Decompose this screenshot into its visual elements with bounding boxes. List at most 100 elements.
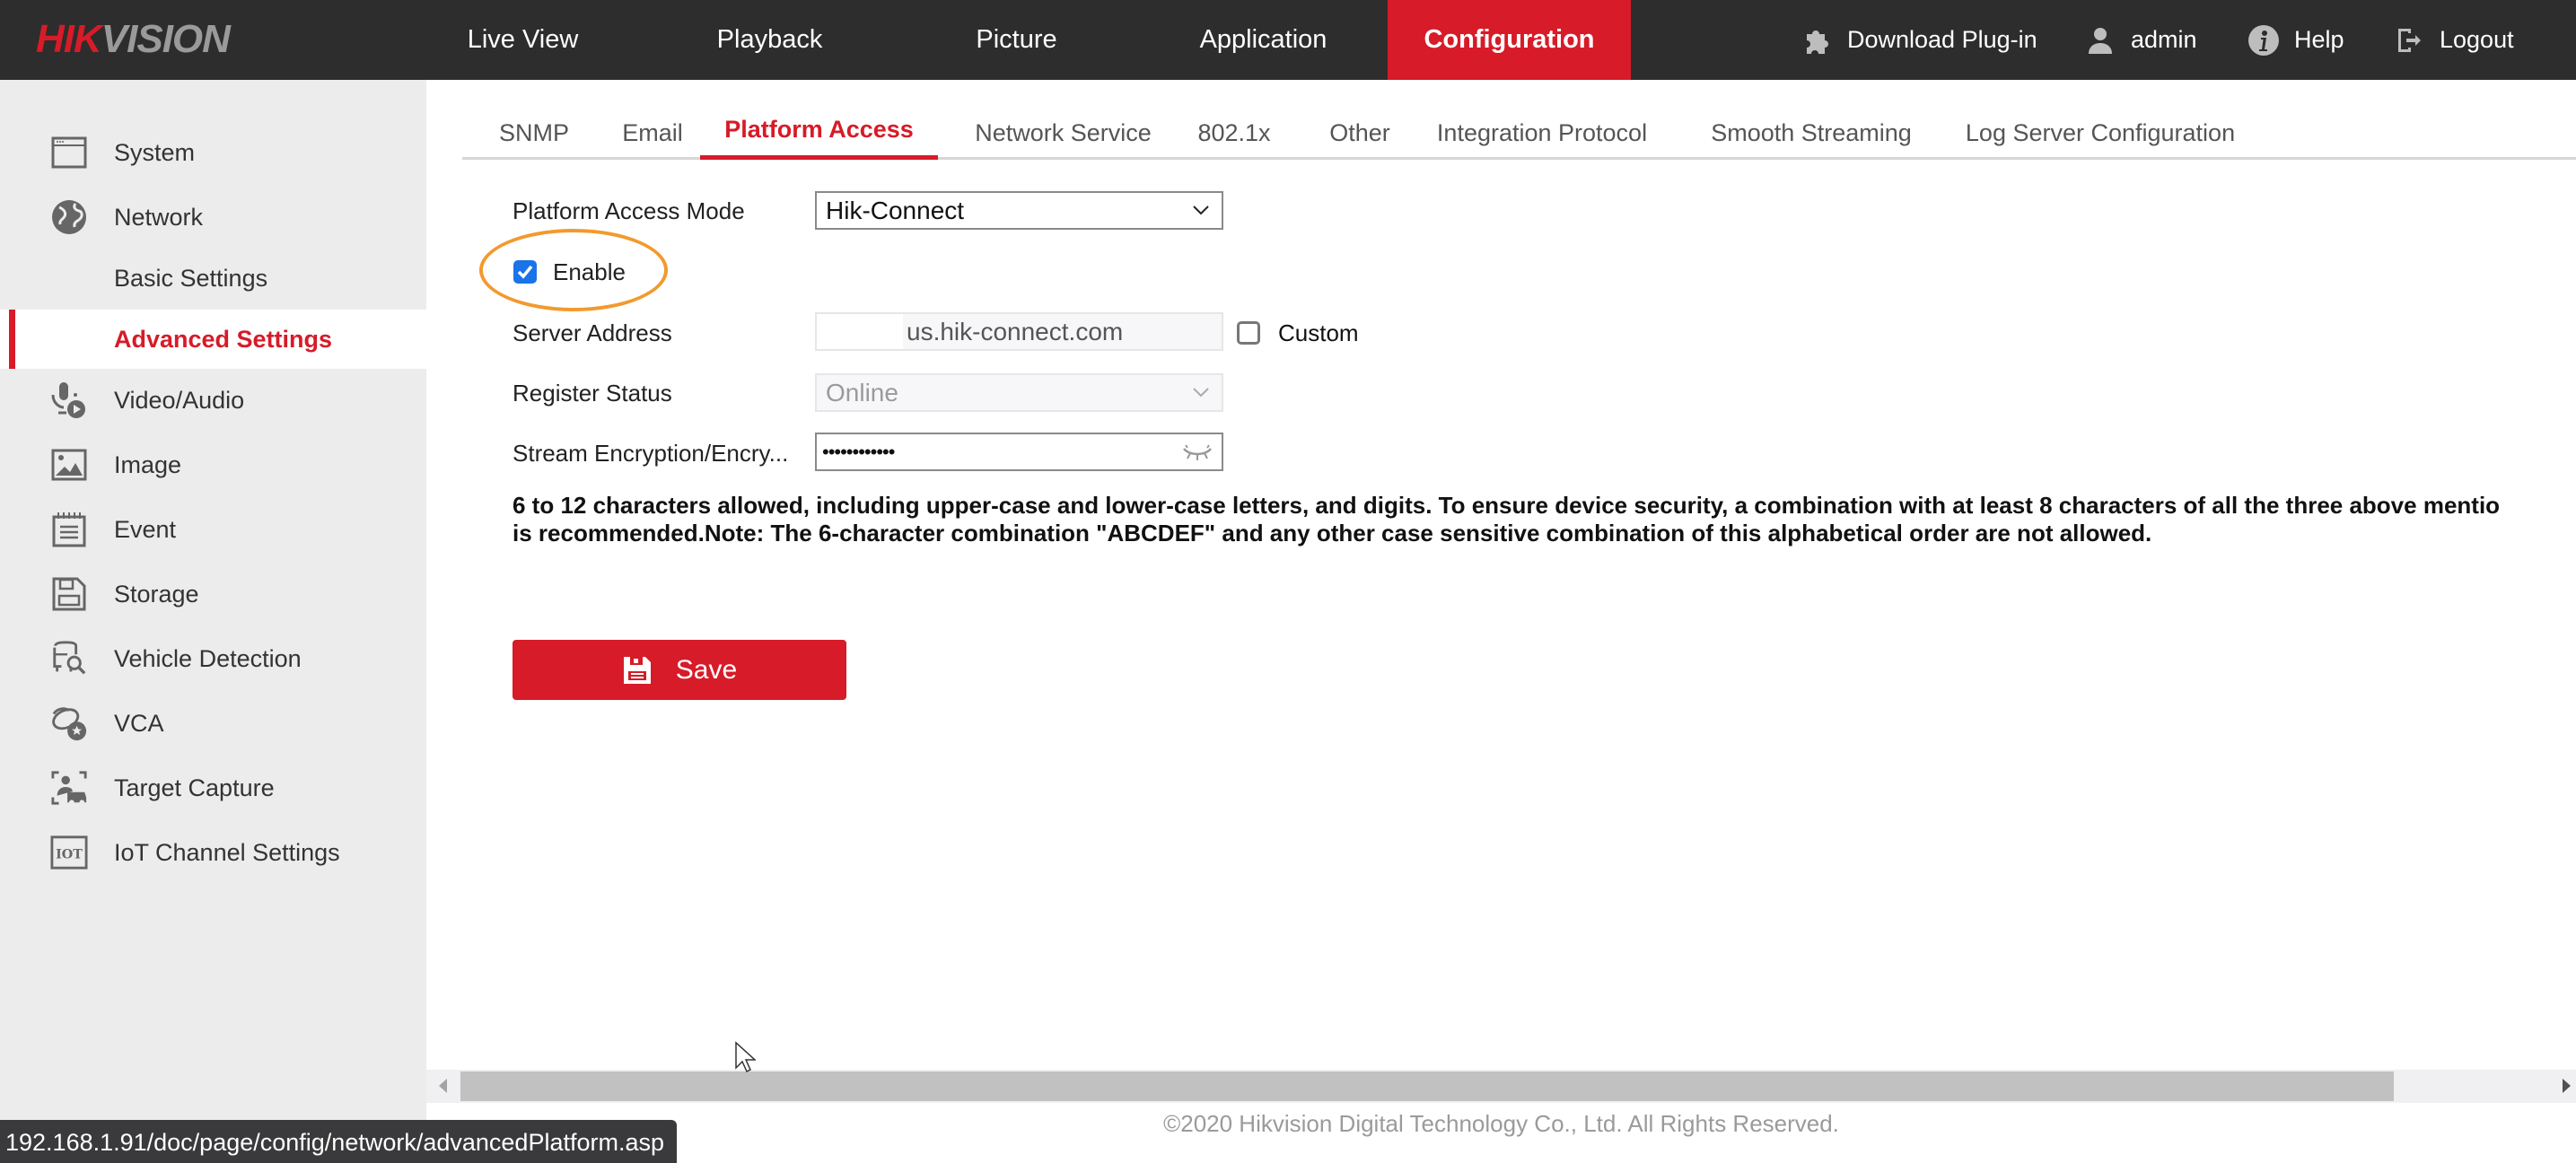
- admin-label: admin: [2131, 26, 2197, 53]
- hikvision-logo: HIKVISION: [36, 17, 231, 61]
- save-label: Save: [675, 654, 738, 685]
- target-capture-icon: [50, 769, 88, 807]
- tab-snmp[interactable]: SNMP: [485, 90, 583, 160]
- sidebar-item-vca[interactable]: VCA: [0, 694, 426, 753]
- access-mode-label: Platform Access Mode: [513, 197, 745, 224]
- sidebar-item-event[interactable]: Event: [0, 500, 426, 559]
- scroll-left-arrow-icon[interactable]: [439, 1079, 447, 1093]
- sidebar-item-vehicle-detection[interactable]: Vehicle Detection: [0, 629, 426, 688]
- help-line-2: is recommended.Note: The 6-character com…: [513, 520, 2152, 547]
- sidebar-item-system[interactable]: System: [0, 123, 426, 182]
- checkmark-icon: [517, 265, 533, 279]
- tab-integration-protocol[interactable]: Integration Protocol: [1425, 90, 1659, 160]
- scrollbar-thumb[interactable]: [460, 1071, 2394, 1101]
- stream-encryption-password-input[interactable]: ••••••••••••: [815, 433, 1223, 471]
- sidebar: System Network Basic Settings Advanced S…: [0, 80, 426, 1163]
- custom-checkbox[interactable]: [1237, 321, 1260, 345]
- horizontal-scrollbar[interactable]: [426, 1070, 2576, 1103]
- top-header: HIKVISION Live View Playback Picture App…: [0, 0, 2576, 80]
- tab-other[interactable]: Other: [1306, 90, 1414, 160]
- sidebar-label: Target Capture: [114, 774, 275, 801]
- floppy-disk-icon: [623, 656, 651, 684]
- tab-log-server-configuration[interactable]: Log Server Configuration: [1948, 90, 2253, 160]
- nav-configuration[interactable]: Configuration: [1388, 0, 1631, 80]
- sidebar-label: VCA: [114, 709, 164, 737]
- logout-label: Logout: [2440, 26, 2514, 53]
- tab-smooth-streaming[interactable]: Smooth Streaming: [1686, 90, 1937, 160]
- tab-email[interactable]: Email: [603, 90, 702, 160]
- sidebar-label: Storage: [114, 580, 199, 608]
- svg-text:IOT: IOT: [56, 848, 83, 862]
- scroll-right-arrow-icon[interactable]: [2563, 1079, 2571, 1093]
- sidebar-label: Advanced Settings: [114, 325, 333, 353]
- stream-encryption-label: Stream Encryption/Encry...: [513, 440, 789, 467]
- system-window-icon: [50, 134, 88, 171]
- sidebar-item-advanced-settings[interactable]: Advanced Settings: [0, 310, 426, 369]
- tab-802-1x[interactable]: 802.1x: [1180, 90, 1288, 160]
- help-line-1: 6 to 12 characters allowed, including up…: [513, 492, 2501, 519]
- logo-hik: HIK: [36, 17, 102, 61]
- register-status-label: Register Status: [513, 380, 672, 407]
- save-button[interactable]: Save: [513, 640, 846, 700]
- server-address-value: us.hik-connect.com: [907, 317, 1124, 345]
- sidebar-label: Image: [114, 450, 182, 478]
- sidebar-label: Event: [114, 515, 177, 543]
- download-plugin-label: Download Plug-in: [1847, 26, 2037, 53]
- image-icon: [50, 446, 88, 484]
- user-icon: [2084, 24, 2116, 57]
- mouse-cursor-icon: [735, 1041, 756, 1073]
- sidebar-item-iot-channel-settings[interactable]: IOT IoT Channel Settings: [0, 823, 426, 882]
- sidebar-item-image[interactable]: Image: [0, 435, 426, 494]
- enable-checkbox[interactable]: [513, 260, 537, 284]
- nav-application[interactable]: Application: [1162, 0, 1364, 80]
- logout-link[interactable]: Logout: [2393, 0, 2514, 80]
- password-help-text: 6 to 12 characters allowed, including up…: [513, 492, 2576, 547]
- sidebar-label: Vehicle Detection: [114, 644, 302, 672]
- download-plugin-link[interactable]: Download Plug-in: [1801, 0, 2037, 80]
- sidebar-label: System: [114, 138, 196, 166]
- logo-vision: VISION: [101, 17, 231, 61]
- nav-playback[interactable]: Playback: [669, 0, 871, 80]
- logout-icon: [2393, 24, 2425, 57]
- help-label: Help: [2294, 26, 2344, 53]
- vehicle-search-icon: [50, 640, 88, 678]
- access-mode-select[interactable]: Hik-Connect: [815, 191, 1223, 230]
- sidebar-item-storage[interactable]: Storage: [0, 564, 426, 624]
- puzzle-icon: [1801, 24, 1833, 57]
- tab-network-service[interactable]: Network Service: [962, 90, 1164, 160]
- app-root: HIKVISION Live View Playback Picture App…: [0, 0, 2576, 1163]
- sidebar-item-target-capture[interactable]: Target Capture: [0, 758, 426, 818]
- server-address-label: Server Address: [513, 319, 672, 346]
- chevron-down-icon: [1193, 388, 1209, 398]
- globe-icon: [50, 198, 88, 236]
- sidebar-label: Video/Audio: [114, 386, 245, 414]
- sidebar-label: IoT Channel Settings: [114, 838, 340, 866]
- server-address-input[interactable]: us.hik-connect.com: [815, 312, 1223, 351]
- nav-picture[interactable]: Picture: [916, 0, 1117, 80]
- register-status-select: Online: [815, 373, 1223, 412]
- copyright-footer: ©2020 Hikvision Digital Technology Co., …: [1163, 1110, 1839, 1137]
- calendar-list-icon: [50, 511, 88, 548]
- sidebar-item-network[interactable]: Network: [0, 188, 426, 247]
- admin-user-link[interactable]: admin: [2084, 0, 2197, 80]
- custom-label: Custom: [1278, 319, 1359, 346]
- sidebar-item-video-audio[interactable]: Video/Audio: [0, 371, 426, 430]
- nav-live-view[interactable]: Live View: [422, 0, 624, 80]
- floppy-disk-icon: [50, 575, 88, 613]
- enable-label: Enable: [553, 258, 626, 285]
- browser-status-url: 192.168.1.91/doc/page/config/network/adv…: [0, 1120, 677, 1163]
- microphone-play-icon: [50, 381, 88, 419]
- tab-platform-access[interactable]: Platform Access: [700, 90, 938, 160]
- access-mode-value: Hik-Connect: [826, 196, 965, 224]
- redacted-block: [817, 314, 903, 349]
- iot-icon: IOT: [50, 834, 88, 871]
- sidebar-label: Network: [114, 203, 204, 231]
- chevron-down-icon: [1193, 205, 1209, 215]
- eye-closed-icon[interactable]: [1182, 442, 1213, 463]
- sidebar-label: Basic Settings: [114, 264, 268, 292]
- register-status-value: Online: [826, 378, 898, 407]
- password-value: ••••••••••••: [822, 440, 895, 463]
- help-link[interactable]: Help: [2247, 0, 2344, 80]
- sidebar-item-basic-settings[interactable]: Basic Settings: [0, 249, 426, 308]
- sub-tab-bar: SNMP Email Platform Access Network Servi…: [462, 90, 2576, 160]
